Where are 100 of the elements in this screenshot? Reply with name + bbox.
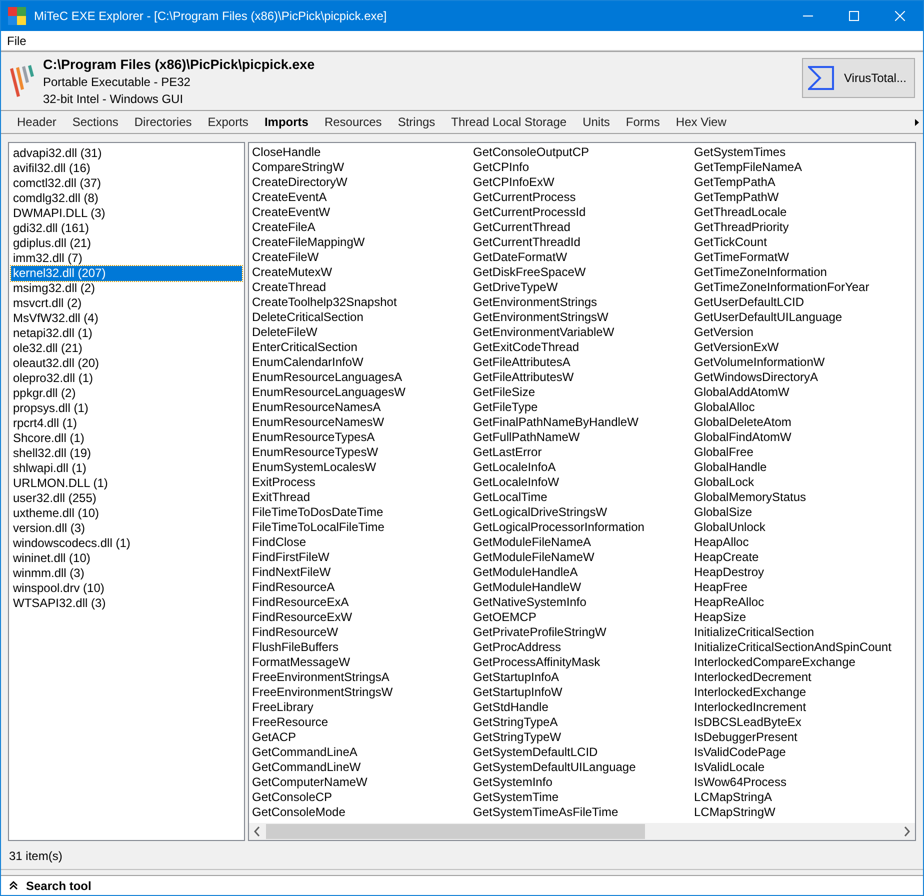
function-item[interactable]: GetThreadPriority bbox=[693, 220, 914, 235]
function-item[interactable]: GetPrivateProfileStringW bbox=[472, 625, 693, 640]
function-item[interactable]: FileTimeToLocalFileTime bbox=[251, 520, 472, 535]
function-item[interactable]: GlobalUnlock bbox=[693, 520, 914, 535]
function-item[interactable]: GetModuleHandleW bbox=[472, 580, 693, 595]
function-item[interactable]: GetTimeZoneInformation bbox=[693, 265, 914, 280]
function-item[interactable]: GetACP bbox=[251, 730, 472, 745]
module-item[interactable]: propsys.dll (1) bbox=[11, 401, 242, 416]
function-item[interactable]: GetTimeZoneInformationForYear bbox=[693, 280, 914, 295]
function-item[interactable]: InterlockedExchange bbox=[693, 685, 914, 700]
function-item[interactable]: EnumResourceTypesW bbox=[251, 445, 472, 460]
function-item[interactable]: GetDateFormatW bbox=[472, 250, 693, 265]
tab[interactable]: Directories bbox=[126, 111, 200, 133]
function-item[interactable]: GetComputerNameW bbox=[251, 775, 472, 790]
function-item[interactable]: GetEnvironmentVariableW bbox=[472, 325, 693, 340]
tab[interactable]: Imports bbox=[256, 111, 316, 133]
function-item[interactable]: CloseHandle bbox=[251, 145, 472, 160]
function-item[interactable]: GetCPInfoExW bbox=[472, 175, 693, 190]
function-item[interactable]: GetDiskFreeSpaceW bbox=[472, 265, 693, 280]
function-item[interactable]: GetCommandLineA bbox=[251, 745, 472, 760]
function-item[interactable]: FreeEnvironmentStringsA bbox=[251, 670, 472, 685]
function-item[interactable]: GetThreadLocale bbox=[693, 205, 914, 220]
function-item[interactable]: FileTimeToDosDateTime bbox=[251, 505, 472, 520]
function-item[interactable]: GetTickCount bbox=[693, 235, 914, 250]
tab[interactable]: Hex View bbox=[668, 111, 734, 133]
function-item[interactable]: HeapDestroy bbox=[693, 565, 914, 580]
function-item[interactable]: ExitProcess bbox=[251, 475, 472, 490]
module-item[interactable]: advapi32.dll (31) bbox=[11, 146, 242, 161]
function-item[interactable]: GetOEMCP bbox=[472, 610, 693, 625]
scroll-thumb[interactable] bbox=[266, 824, 646, 839]
function-item[interactable]: GetSystemTimes bbox=[693, 145, 914, 160]
module-item[interactable]: msvcrt.dll (2) bbox=[11, 296, 242, 311]
module-item[interactable]: uxtheme.dll (10) bbox=[11, 506, 242, 521]
tab[interactable]: Sections bbox=[64, 111, 126, 133]
function-item[interactable]: DeleteCriticalSection bbox=[251, 310, 472, 325]
function-item[interactable]: IsDebuggerPresent bbox=[693, 730, 914, 745]
function-item[interactable]: InitializeCriticalSection bbox=[693, 625, 914, 640]
function-item[interactable]: GetUserDefaultLCID bbox=[693, 295, 914, 310]
function-item[interactable]: CreateMutexW bbox=[251, 265, 472, 280]
function-item[interactable]: CompareStringW bbox=[251, 160, 472, 175]
function-item[interactable]: GetVersionExW bbox=[693, 340, 914, 355]
function-item[interactable]: ExitThread bbox=[251, 490, 472, 505]
function-item[interactable]: GetStringTypeW bbox=[472, 730, 693, 745]
function-item[interactable]: GetModuleFileNameA bbox=[472, 535, 693, 550]
module-item[interactable]: ppkgr.dll (2) bbox=[11, 386, 242, 401]
function-item[interactable]: GetCurrentProcessId bbox=[472, 205, 693, 220]
function-item[interactable]: InterlockedCompareExchange bbox=[693, 655, 914, 670]
module-item[interactable]: gdi32.dll (161) bbox=[11, 221, 242, 236]
module-item[interactable]: netapi32.dll (1) bbox=[11, 326, 242, 341]
function-item[interactable]: GetTempPathW bbox=[693, 190, 914, 205]
function-item[interactable]: GetFileAttributesW bbox=[472, 370, 693, 385]
function-item[interactable]: GetFinalPathNameByHandleW bbox=[472, 415, 693, 430]
function-item[interactable]: GetEnvironmentStrings bbox=[472, 295, 693, 310]
function-item[interactable]: GlobalFree bbox=[693, 445, 914, 460]
menu-item[interactable]: File bbox=[1, 30, 32, 50]
function-item[interactable]: IsValidLocale bbox=[693, 760, 914, 775]
function-item[interactable]: GetModuleFileNameW bbox=[472, 550, 693, 565]
horizontal-scrollbar[interactable] bbox=[249, 823, 915, 840]
module-item[interactable]: MsVfW32.dll (4) bbox=[11, 311, 242, 326]
module-item[interactable]: ole32.dll (21) bbox=[11, 341, 242, 356]
function-item[interactable]: GetLogicalProcessorInformation bbox=[472, 520, 693, 535]
function-item[interactable]: EnumCalendarInfoW bbox=[251, 355, 472, 370]
module-item[interactable]: olepro32.dll (1) bbox=[11, 371, 242, 386]
function-item[interactable]: FreeResource bbox=[251, 715, 472, 730]
function-item[interactable]: GetConsoleMode bbox=[251, 805, 472, 820]
module-item[interactable]: msimg32.dll (2) bbox=[11, 281, 242, 296]
function-item[interactable]: HeapReAlloc bbox=[693, 595, 914, 610]
function-item[interactable]: DeleteFileW bbox=[251, 325, 472, 340]
function-item[interactable]: FindClose bbox=[251, 535, 472, 550]
function-item[interactable]: HeapFree bbox=[693, 580, 914, 595]
function-item[interactable]: GetFileAttributesA bbox=[472, 355, 693, 370]
module-item[interactable]: avifil32.dll (16) bbox=[11, 161, 242, 176]
function-item[interactable]: GetSystemTimeAsFileTime bbox=[472, 805, 693, 820]
function-item[interactable]: GetFileSize bbox=[472, 385, 693, 400]
function-item[interactable]: GetLogicalDriveStringsW bbox=[472, 505, 693, 520]
function-item[interactable]: GetConsoleCP bbox=[251, 790, 472, 805]
function-item[interactable]: GetProcAddress bbox=[472, 640, 693, 655]
function-item[interactable]: GetTimeFormatW bbox=[693, 250, 914, 265]
function-item[interactable]: IsValidCodePage bbox=[693, 745, 914, 760]
function-item[interactable]: GetVolumeInformationW bbox=[693, 355, 914, 370]
function-item[interactable]: FindResourceExA bbox=[251, 595, 472, 610]
function-item[interactable]: FormatMessageW bbox=[251, 655, 472, 670]
function-item[interactable]: EnumResourceLanguagesA bbox=[251, 370, 472, 385]
module-item[interactable]: shlwapi.dll (1) bbox=[11, 461, 242, 476]
function-item[interactable]: GlobalSize bbox=[693, 505, 914, 520]
module-item[interactable]: imm32.dll (7) bbox=[11, 251, 242, 266]
function-item[interactable]: GlobalAlloc bbox=[693, 400, 914, 415]
function-item[interactable]: FlushFileBuffers bbox=[251, 640, 472, 655]
function-item[interactable]: GetLocalTime bbox=[472, 490, 693, 505]
module-item[interactable]: rpcrt4.dll (1) bbox=[11, 416, 242, 431]
function-item[interactable]: GetVersion bbox=[693, 325, 914, 340]
function-item[interactable]: IsDBCSLeadByteEx bbox=[693, 715, 914, 730]
virustotal-button[interactable]: VirusTotal... bbox=[802, 58, 915, 98]
function-item[interactable]: GetStringTypeA bbox=[472, 715, 693, 730]
function-item[interactable]: CreateFileMappingW bbox=[251, 235, 472, 250]
function-item[interactable]: GetWindowsDirectoryA bbox=[693, 370, 914, 385]
module-item[interactable]: oleaut32.dll (20) bbox=[11, 356, 242, 371]
module-item[interactable]: winmm.dll (3) bbox=[11, 566, 242, 581]
module-item[interactable]: comdlg32.dll (8) bbox=[11, 191, 242, 206]
module-item[interactable]: user32.dll (255) bbox=[11, 491, 242, 506]
